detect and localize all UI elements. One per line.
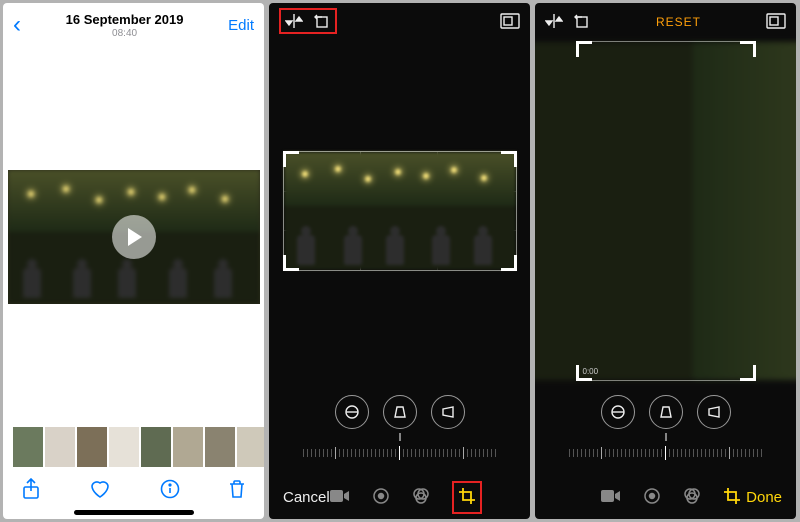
- crop-tab-icon[interactable]: [452, 481, 482, 514]
- horizontal-perspective-button[interactable]: [431, 395, 465, 429]
- flip-icon[interactable]: [285, 13, 303, 29]
- play-icon[interactable]: [112, 215, 156, 259]
- vertical-perspective-button[interactable]: [383, 395, 417, 429]
- adjust-buttons: [535, 395, 796, 429]
- edit-button[interactable]: Edit: [228, 17, 254, 34]
- bottom-toolbar: [3, 467, 264, 511]
- thumbnail-strip[interactable]: [3, 427, 264, 467]
- highlight-flip-rotate: [279, 8, 337, 34]
- title-group: 16 September 2019 08:40: [66, 12, 184, 39]
- straighten-button[interactable]: [601, 395, 635, 429]
- video-preview[interactable]: [8, 170, 260, 304]
- cancel-button[interactable]: Cancel: [283, 489, 330, 506]
- photos-viewer-screen: ‹ 16 September 2019 08:40 Edit: [3, 3, 264, 519]
- done-button[interactable]: Done: [746, 489, 782, 506]
- crop-tab-icon[interactable]: [723, 487, 741, 508]
- crop-handle-tr[interactable]: [501, 151, 517, 167]
- crop-handle-br[interactable]: [740, 365, 756, 381]
- adjust-tab-icon[interactable]: [643, 487, 661, 508]
- crop-handle-tr[interactable]: [740, 41, 756, 57]
- crop-handle-tl[interactable]: [576, 41, 592, 57]
- aspect-ratio-icon[interactable]: [500, 13, 520, 29]
- photo-time: 08:40: [66, 28, 184, 39]
- crop-editor-rotated-screen: RESET: [535, 3, 796, 519]
- thumbnail[interactable]: [237, 427, 264, 467]
- editor-tab-bar: Cancel Done: [269, 475, 530, 519]
- thumbnail[interactable]: [173, 427, 203, 467]
- angle-dial[interactable]: [535, 441, 796, 465]
- video-tab-icon[interactable]: [330, 489, 350, 506]
- crop-editor-screen: Cancel Done: [269, 3, 530, 519]
- crop-handle-bl[interactable]: [283, 255, 299, 271]
- editor-tab-bar: Cancel Done: [535, 475, 796, 519]
- favorite-icon[interactable]: [89, 479, 111, 499]
- rotate-icon[interactable]: [573, 12, 591, 30]
- share-icon[interactable]: [21, 478, 41, 500]
- crop-canvas[interactable]: 0:00: [535, 39, 796, 383]
- straighten-button[interactable]: [335, 395, 369, 429]
- video-timestamp: 0:00: [583, 367, 599, 376]
- crop-top-bar: RESET: [535, 3, 796, 39]
- photo-date: 16 September 2019: [66, 12, 184, 27]
- media-viewport[interactable]: [3, 47, 264, 427]
- adjust-tab-icon[interactable]: [372, 487, 390, 508]
- crop-top-bar: [269, 3, 530, 39]
- filters-tab-icon[interactable]: [412, 487, 430, 508]
- trash-icon[interactable]: [228, 479, 246, 499]
- info-icon[interactable]: [160, 479, 180, 499]
- rotate-icon[interactable]: [313, 12, 331, 30]
- video-tab-icon[interactable]: [601, 489, 621, 506]
- home-indicator[interactable]: [74, 510, 194, 515]
- reset-button[interactable]: RESET: [656, 15, 701, 29]
- filters-tab-icon[interactable]: [683, 487, 701, 508]
- crop-frame[interactable]: 0:00: [576, 41, 756, 381]
- crop-canvas[interactable]: [269, 39, 530, 383]
- flip-icon[interactable]: [545, 13, 563, 29]
- crop-frame[interactable]: [283, 151, 517, 271]
- aspect-ratio-icon[interactable]: [766, 13, 786, 29]
- vertical-perspective-button[interactable]: [649, 395, 683, 429]
- nav-bar: ‹ 16 September 2019 08:40 Edit: [3, 3, 264, 47]
- back-button[interactable]: ‹: [13, 13, 21, 37]
- thumbnail[interactable]: [141, 427, 171, 467]
- crop-handle-tl[interactable]: [283, 151, 299, 167]
- horizontal-perspective-button[interactable]: [697, 395, 731, 429]
- angle-dial[interactable]: [269, 441, 530, 465]
- thumbnail[interactable]: [77, 427, 107, 467]
- adjust-buttons: [269, 395, 530, 429]
- crop-handle-br[interactable]: [501, 255, 517, 271]
- thumbnail[interactable]: [13, 427, 43, 467]
- thumbnail[interactable]: [205, 427, 235, 467]
- thumbnail[interactable]: [45, 427, 75, 467]
- thumbnail[interactable]: [109, 427, 139, 467]
